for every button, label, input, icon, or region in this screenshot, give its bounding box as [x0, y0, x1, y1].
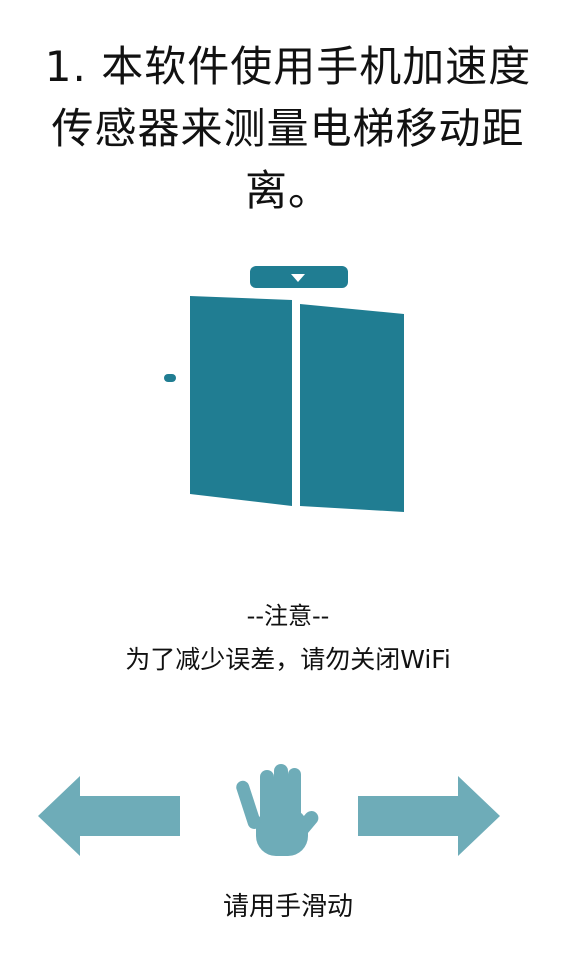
hand-icon — [236, 764, 319, 856]
tutorial-page[interactable]: 1. 本软件使用手机加速度传感器来测量电梯移动距离。 --注意-- 为了减少误差… — [0, 0, 576, 960]
arrow-right-icon[interactable] — [355, 776, 500, 856]
notice-heading: --注意-- — [246, 602, 330, 630]
elevator-door-left — [190, 296, 292, 506]
tutorial-step-text: 1. 本软件使用手机加速度传感器来测量电梯移动距离。 — [44, 42, 532, 215]
elevator-door-right — [300, 304, 404, 512]
arrow-left-icon[interactable] — [38, 776, 183, 856]
swipe-hint: 请用手滑动 — [222, 892, 353, 922]
elevator-illustration — [164, 266, 404, 512]
notice-message: 为了减少误差，请勿关闭WiFi — [125, 645, 451, 674]
call-button — [164, 374, 176, 382]
